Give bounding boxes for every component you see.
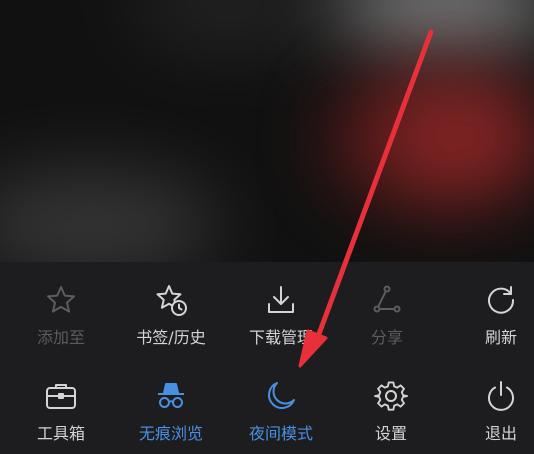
menu-item-label: 设置 bbox=[374, 424, 407, 443]
star-icon bbox=[43, 282, 79, 318]
moon-icon bbox=[263, 378, 299, 414]
menu-item-night-mode[interactable]: 夜间模式 bbox=[228, 358, 334, 454]
menu-item-incognito[interactable]: 无痕浏览 bbox=[118, 358, 224, 454]
menu-item-label: 书签/历史 bbox=[136, 328, 206, 347]
menu-item-refresh[interactable]: 刷新 bbox=[448, 262, 534, 358]
toolbox-icon bbox=[43, 378, 79, 414]
menu-item-label: 分享 bbox=[370, 328, 403, 347]
menu-item-share[interactable]: 分享 bbox=[334, 262, 440, 358]
menu-item-label: 退出 bbox=[484, 424, 517, 443]
menu-item-label: 无痕浏览 bbox=[138, 424, 203, 443]
blurred-page-background bbox=[0, 0, 534, 262]
menu-item-label: 夜间模式 bbox=[248, 424, 313, 443]
menu-item-toolbox[interactable]: 工具箱 bbox=[8, 358, 114, 454]
menu-item-label: 刷新 bbox=[484, 328, 517, 347]
power-icon bbox=[483, 378, 519, 414]
menu-item-label: 下载管理 bbox=[248, 328, 313, 347]
download-icon bbox=[263, 282, 299, 318]
gear-icon bbox=[373, 378, 409, 414]
menu-item-label: 工具箱 bbox=[36, 424, 85, 443]
menu-item-label: 添加至 bbox=[36, 328, 85, 347]
share-icon bbox=[369, 282, 405, 318]
menu-item-settings[interactable]: 设置 bbox=[338, 358, 444, 454]
incognito-icon bbox=[153, 378, 189, 414]
blur-patch bbox=[130, 0, 330, 50]
refresh-icon bbox=[483, 282, 519, 318]
menu-item-download-manager[interactable]: 下载管理 bbox=[228, 262, 334, 358]
blur-patch bbox=[0, 170, 220, 262]
star-clock-icon bbox=[153, 282, 189, 318]
blur-patch bbox=[330, 0, 534, 50]
menu-item-bookmarks-history[interactable]: 书签/历史 bbox=[118, 262, 224, 358]
browser-menu-panel: 添加至 书签/历史 下载管理 分享 刷新 工具箱 无痕浏览 夜间模式 设置 退出 bbox=[0, 262, 534, 454]
menu-item-add-to[interactable]: 添加至 bbox=[8, 262, 114, 358]
menu-item-exit[interactable]: 退出 bbox=[448, 358, 534, 454]
blur-patch bbox=[390, 90, 530, 180]
